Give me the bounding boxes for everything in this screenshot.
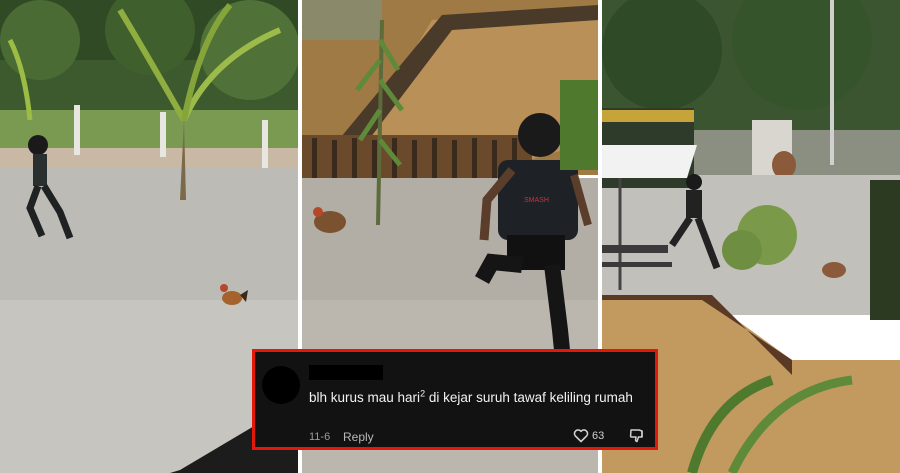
comment-card: blh kurus mau hari2 di kejar suruh tawaf… [252, 349, 658, 450]
dislike-button[interactable] [629, 428, 645, 443]
svg-text:SMASH: SMASH [524, 197, 549, 204]
like-button[interactable]: 63 [573, 428, 604, 443]
comment-text-main: blh kurus mau hari [309, 390, 421, 405]
reply-button[interactable]: Reply [343, 430, 374, 444]
comment-date: 11-6 [309, 431, 331, 443]
avatar[interactable] [262, 366, 300, 404]
username-redacted [309, 365, 383, 380]
comment-text: blh kurus mau hari2 di kejar suruh tawaf… [309, 388, 639, 407]
like-count: 63 [592, 429, 605, 442]
heart-icon [573, 429, 589, 443]
comment-text-rest: di kejar suruh tawaf keliling rumah [425, 390, 633, 405]
thumbs-down-icon [629, 429, 643, 443]
